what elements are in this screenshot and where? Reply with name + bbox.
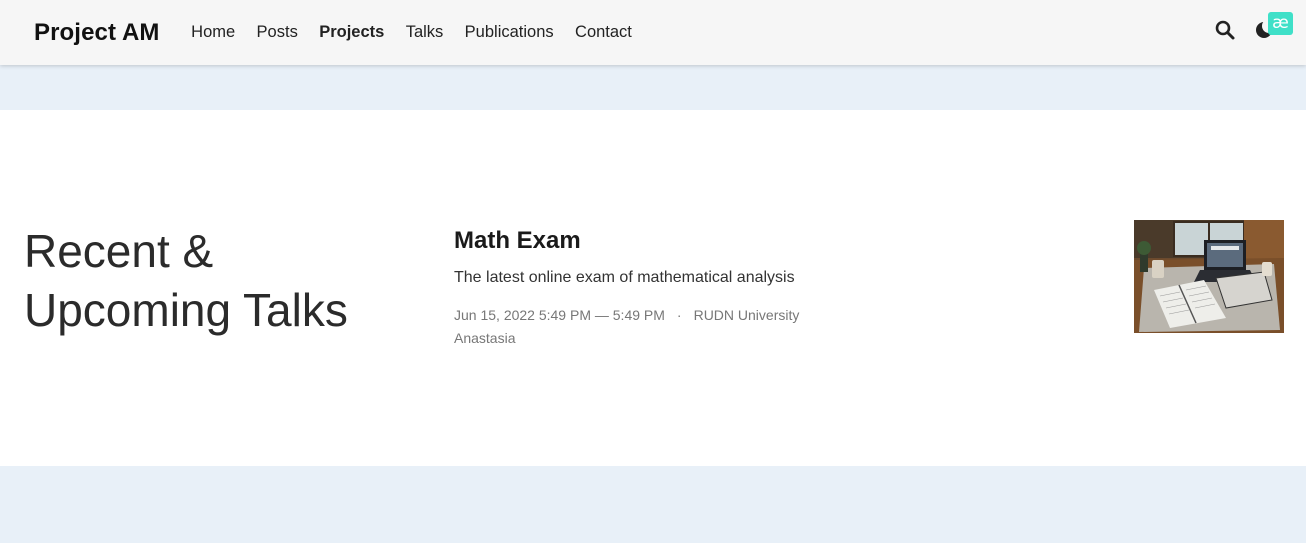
talks-section: Recent & Upcoming Talks Math Exam The la…: [0, 110, 1306, 466]
talk-meta: Jun 15, 2022 5:49 PM — 5:49 PM · RUDN Univ…: [454, 304, 1094, 350]
nav-posts[interactable]: Posts: [246, 23, 309, 42]
talk-summary: The latest online exam of mathematical a…: [454, 269, 795, 286]
nav-talks[interactable]: Talks: [395, 23, 454, 42]
nav-contact[interactable]: Contact: [564, 23, 642, 42]
site-brand[interactable]: Project AM: [34, 19, 159, 47]
meta-separator: ·: [676, 307, 682, 323]
ae-badge: æ: [1268, 12, 1293, 35]
talk-location: RUDN University: [693, 307, 800, 323]
talk-datetime: Jun 15, 2022 5:49 PM — 5:49 PM: [454, 307, 665, 323]
nav-projects[interactable]: Projects: [309, 23, 396, 42]
talk-datetime-location: Jun 15, 2022 5:49 PM — 5:49 PM · RUDN Univ…: [454, 304, 1094, 327]
search-icon[interactable]: [1214, 19, 1236, 41]
navbar: Project AM Home Posts Projects Talks Pub…: [0, 0, 1306, 65]
nav-publications[interactable]: Publications: [454, 23, 564, 42]
section-title-line-1: Recent &: [24, 225, 214, 277]
nav-home[interactable]: Home: [180, 23, 245, 42]
talk-thumbnail[interactable]: [1134, 220, 1284, 333]
section-title: Recent & Upcoming Talks: [24, 222, 404, 340]
talk-title[interactable]: Math Exam: [454, 226, 1094, 256]
talk-item: Math Exam The latest online exam of math…: [454, 226, 1094, 350]
talk-author[interactable]: Anastasia: [454, 327, 1094, 350]
section-title-line-2: Upcoming Talks: [24, 284, 348, 336]
main-nav: Home Posts Projects Talks Publications C…: [180, 23, 642, 42]
